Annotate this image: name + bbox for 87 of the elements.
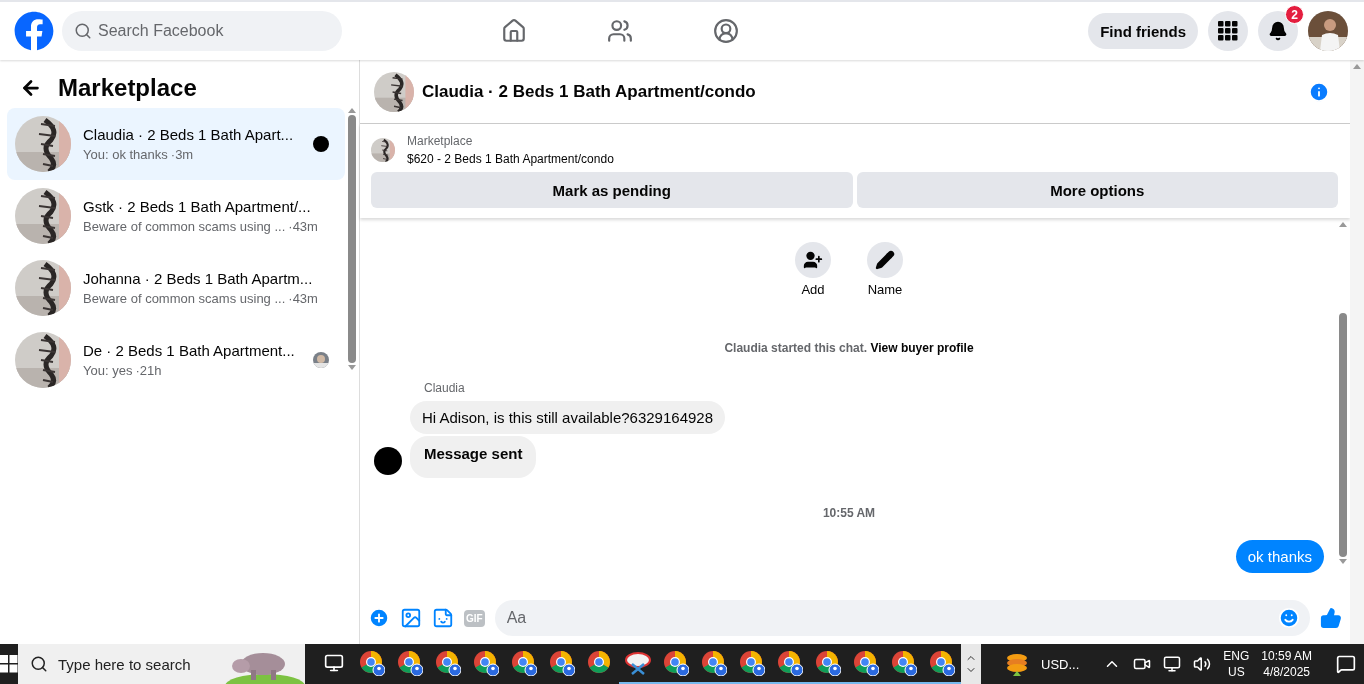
listing-title: $620 - 2 Beds 1 Bath Apartment/condo xyxy=(407,152,614,166)
message-preview: You: ok thanks xyxy=(83,147,168,162)
chrome-profile-icon[interactable] xyxy=(359,650,385,676)
search-icon xyxy=(74,22,92,40)
chrome-profile-icon[interactable] xyxy=(435,650,461,676)
conversation-title: De · 2 Beds 1 Bath Apartment... xyxy=(83,342,296,359)
add-person-icon xyxy=(803,250,823,270)
chrome-profile-icon[interactable] xyxy=(701,650,727,676)
listing-label: Marketplace xyxy=(407,134,474,148)
info-icon[interactable] xyxy=(1308,80,1330,103)
find-friends-button[interactable]: Find friends xyxy=(1088,13,1198,49)
emoji-icon[interactable] xyxy=(1278,607,1300,629)
scroll-up-arrow-icon[interactable] xyxy=(1339,222,1347,227)
seen-avatar xyxy=(313,352,329,368)
scroll-down-arrow-icon[interactable] xyxy=(348,365,356,370)
scroll-up-arrow-icon[interactable] xyxy=(348,108,356,113)
message-time: ·3m xyxy=(170,147,194,162)
conversation-title: Gstk · 2 Beds 1 Bath Apartment/... xyxy=(83,198,312,215)
windows-logo[interactable] xyxy=(0,655,18,673)
thumbs-up-icon[interactable] xyxy=(1320,607,1342,629)
notifications-button[interactable] xyxy=(1258,11,1298,51)
facebook-logo[interactable] xyxy=(14,11,54,51)
message-bubble: Hi Adison, is this still available?6329164928 xyxy=(410,401,726,434)
sticker-icon[interactable] xyxy=(432,607,454,629)
conversation-item[interactable]: Johanna · 2 Beds 1 Bath Apartm... Beware of common scams using ... ·43m xyxy=(7,252,345,324)
message-preview: Beware of common scams using ... xyxy=(83,219,286,234)
chrome-profile-icon[interactable] xyxy=(853,650,879,676)
language-code[interactable]: ENG xyxy=(1223,648,1250,664)
chrome-icon[interactable] xyxy=(587,650,613,676)
currency-ticker: USD... xyxy=(1041,656,1080,672)
sender-name: Claudia xyxy=(424,381,466,395)
volume-icon[interactable] xyxy=(1193,655,1212,673)
notification-count: 2 xyxy=(1285,5,1304,24)
conversation-item[interactable]: Claudia · 2 Beds 1 Bath Apart... You: ok thanks ·3m xyxy=(7,108,345,180)
profile-circle-icon[interactable] xyxy=(713,18,740,44)
pencil-icon xyxy=(875,250,895,270)
chrome-profile-icon[interactable] xyxy=(777,650,803,676)
coins-icon[interactable] xyxy=(1005,652,1029,676)
grid-icon xyxy=(1218,21,1238,41)
unread-dot xyxy=(313,136,329,152)
home-icon[interactable] xyxy=(501,18,528,44)
friends-icon[interactable] xyxy=(607,18,634,44)
notifications-icon[interactable] xyxy=(1336,654,1356,674)
action-button[interactable]: More options xyxy=(856,172,1338,208)
chrome-profile-icon[interactable] xyxy=(929,650,955,676)
message-time: ·21h xyxy=(135,363,162,378)
search-field[interactable]: Search Facebook xyxy=(62,11,342,51)
network-icon[interactable] xyxy=(1163,655,1182,673)
sidebar-title: Marketplace xyxy=(58,74,197,102)
chrome-profile-icon[interactable] xyxy=(549,650,575,676)
chrome-profile-icon[interactable] xyxy=(397,650,423,676)
region-code[interactable]: US xyxy=(1227,664,1245,680)
chat-title: Claudia · 2 Beds 1 Bath Apartment/condo xyxy=(422,81,757,102)
account-button[interactable] xyxy=(1308,11,1348,51)
menu-button[interactable] xyxy=(1208,11,1248,51)
message-preview: You: yes xyxy=(83,363,133,378)
chrome-profile-icon[interactable] xyxy=(739,650,765,676)
bell-icon xyxy=(1268,21,1288,41)
chrome-profile-icon[interactable] xyxy=(511,650,537,676)
buyer-profile-link[interactable]: View buyer profile xyxy=(870,341,974,355)
message-time: ·43m xyxy=(288,219,318,234)
message-bubble: Message sent xyxy=(410,436,537,478)
conversation-title: Claudia · 2 Beds 1 Bath Apart... xyxy=(83,126,295,143)
scissors-icon[interactable] xyxy=(624,650,652,676)
message-timestamp: 10:55 AM xyxy=(822,506,876,520)
chrome-profile-icon[interactable] xyxy=(663,650,689,676)
taskbar-scroll-arrows[interactable] xyxy=(961,644,981,684)
conversation-title: Johanna · 2 Beds 1 Bath Apartm... xyxy=(83,270,314,287)
chrome-profile-icon[interactable] xyxy=(891,650,917,676)
search-icon xyxy=(30,655,48,673)
message-field[interactable]: Aa xyxy=(494,600,1310,636)
clock-date[interactable]: 4/8/2025 xyxy=(1263,664,1310,680)
message-preview: Beware of common scams using ... xyxy=(83,291,286,306)
image-icon[interactable] xyxy=(400,607,422,629)
action-button[interactable]: Mark as pending xyxy=(371,172,853,208)
chrome-profile-icon[interactable] xyxy=(815,650,841,676)
scroll-down-arrow-icon[interactable] xyxy=(1339,559,1347,564)
scroll-up-arrow-icon[interactable] xyxy=(1353,64,1361,69)
clock-time[interactable]: 10:59 AM xyxy=(1261,648,1312,664)
conversation-item[interactable]: Gstk · 2 Beds 1 Bath Apartment/... Beware of common scams using ... ·43m xyxy=(7,180,345,252)
sender-avatar xyxy=(374,447,402,475)
add-icon[interactable] xyxy=(368,607,390,629)
conversation-item[interactable]: De · 2 Beds 1 Bath Apartment... You: yes ·21h xyxy=(7,324,345,396)
message-bubble: ok thanks xyxy=(1235,540,1324,573)
chrome-profile-icon[interactable] xyxy=(473,650,499,676)
message-time: ·43m xyxy=(288,291,318,306)
chat-start-notice: Claudia started this chat. View buyer profile xyxy=(724,341,974,355)
